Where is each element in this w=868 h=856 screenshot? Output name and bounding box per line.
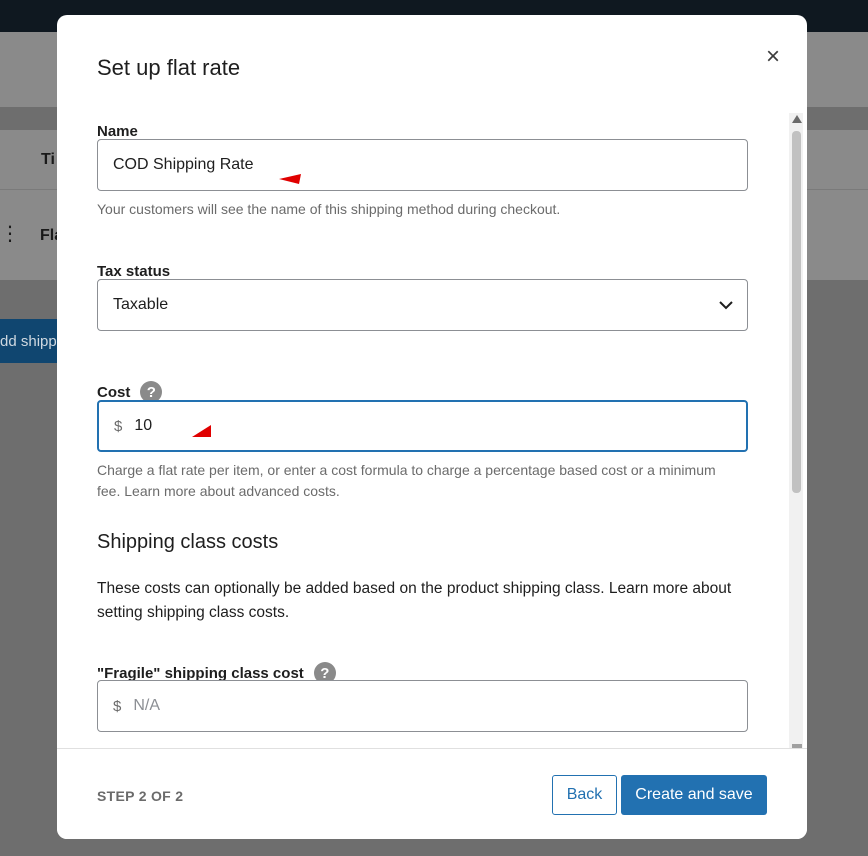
name-input[interactable]: COD Shipping Rate bbox=[97, 139, 748, 191]
fragile-class-cost-input[interactable]: $ N/A bbox=[97, 680, 748, 732]
chevron-down-icon bbox=[719, 301, 733, 310]
scroll-up-arrow-icon[interactable] bbox=[792, 115, 802, 123]
close-icon[interactable]: × bbox=[761, 43, 785, 70]
back-button[interactable]: Back bbox=[552, 775, 617, 815]
modal-footer: STEP 2 OF 2 Back Create and save bbox=[57, 748, 807, 839]
scrollbar-thumb[interactable] bbox=[792, 131, 801, 493]
drag-handle-icon: ⋮ bbox=[0, 223, 20, 245]
name-input-value: COD Shipping Rate bbox=[113, 156, 254, 173]
create-and-save-button[interactable]: Create and save bbox=[621, 775, 767, 815]
tax-status-label: Tax status bbox=[97, 263, 171, 280]
shipping-class-section-title: Shipping class costs bbox=[97, 531, 279, 553]
flat-rate-modal: Set up flat rate × Name COD Shipping Rat… bbox=[57, 15, 807, 839]
cost-input-value: 10 bbox=[134, 417, 153, 434]
modal-scroll-area[interactable]: Name COD Shipping Rate Your customers wi… bbox=[57, 105, 807, 748]
cost-help-text: Charge a flat rate per item, or enter a … bbox=[97, 462, 716, 499]
tax-status-value: Taxable bbox=[113, 296, 169, 313]
bg-column-header: Ti bbox=[41, 151, 55, 168]
fragile-cost-placeholder: N/A bbox=[133, 697, 161, 714]
add-shipping-method-button-dimmed: dd shipp bbox=[0, 319, 60, 363]
tax-status-select[interactable]: Taxable bbox=[97, 279, 748, 331]
currency-symbol: $ bbox=[113, 697, 122, 715]
annotation-arrow-icon bbox=[192, 425, 211, 437]
currency-symbol: $ bbox=[114, 417, 123, 435]
name-label: Name bbox=[97, 123, 138, 140]
shipping-class-description: These costs can optionally be added base… bbox=[97, 580, 732, 621]
step-indicator: STEP 2 OF 2 bbox=[97, 788, 184, 804]
modal-title: Set up flat rate bbox=[97, 55, 241, 80]
annotation-arrow-icon bbox=[279, 174, 301, 184]
name-help-text: Your customers will see the name of this… bbox=[97, 201, 561, 217]
